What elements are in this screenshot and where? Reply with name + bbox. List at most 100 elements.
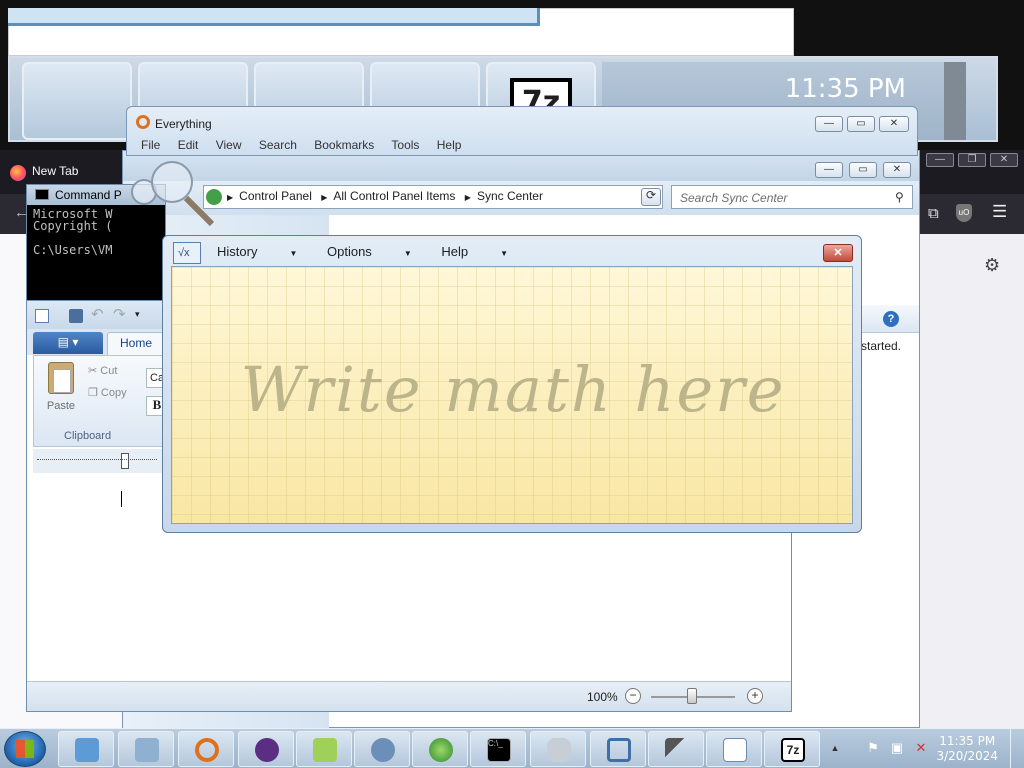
- taskbar-privacy[interactable]: [238, 731, 294, 767]
- show-desktop-button[interactable]: [1010, 729, 1024, 768]
- search-input[interactable]: Search Sync Center: [671, 185, 913, 209]
- math-close-button[interactable]: ✕: [823, 244, 853, 262]
- copy-button[interactable]: ❐ Copy: [88, 386, 127, 399]
- magnified-projector-button: [22, 62, 132, 140]
- math-input-icon: √x: [173, 242, 201, 264]
- menu-help[interactable]: Help: [437, 138, 462, 152]
- mask-icon: [255, 738, 279, 762]
- notepad-plus-icon: [313, 738, 337, 762]
- everything-window: Everything — ▭ ✕ File Edit View Search B…: [126, 106, 918, 156]
- firefox-restore-button[interactable]: ❐: [958, 153, 986, 167]
- menu-history[interactable]: History ▼: [217, 244, 297, 259]
- math-menubar: History ▼ Options ▼ Help ▼: [217, 244, 534, 259]
- cp-minimize-button[interactable]: —: [815, 162, 843, 178]
- menu-search[interactable]: Search: [259, 138, 297, 152]
- zoom-level: 100%: [587, 690, 618, 704]
- file-menu-button[interactable]: ▤ ▾: [33, 332, 103, 354]
- taskbar-wordpad[interactable]: [706, 731, 762, 767]
- menu-help-math[interactable]: Help ▼: [441, 244, 508, 259]
- projector-icon: [547, 738, 571, 762]
- network-icon[interactable]: ▣: [890, 741, 904, 755]
- start-button[interactable]: [4, 731, 46, 767]
- refresh-button[interactable]: ⟳: [641, 188, 661, 206]
- menu-bookmarks[interactable]: Bookmarks: [314, 138, 374, 152]
- undo-icon[interactable]: ↶: [91, 305, 104, 323]
- everything-menubar: File Edit View Search Bookmarks Tools He…: [141, 138, 475, 152]
- ublock-icon[interactable]: uO: [956, 204, 972, 222]
- clipboard-group-label: Clipboard: [64, 430, 112, 442]
- action-center-flag-icon[interactable]: ⚑: [866, 741, 880, 755]
- cmd-icon: [35, 189, 49, 200]
- menu-view[interactable]: View: [216, 138, 242, 152]
- taskbar-notepad-plus[interactable]: [296, 731, 352, 767]
- zoom-slider-thumb[interactable]: [687, 688, 697, 704]
- customize-qat-icon[interactable]: ▾: [135, 309, 140, 320]
- everything-maximize-button[interactable]: ▭: [847, 116, 875, 132]
- menu-icon[interactable]: ☰: [992, 202, 1007, 222]
- breadcrumb-sync-center[interactable]: Sync Center: [477, 189, 543, 203]
- everything-minimize-button[interactable]: —: [815, 116, 843, 132]
- menu-tools[interactable]: Tools: [391, 138, 419, 152]
- taskbar-microphone[interactable]: [648, 731, 704, 767]
- firefox-close-button[interactable]: ✕: [990, 153, 1018, 167]
- clock[interactable]: 11:35 PM 3/20/2024: [936, 734, 998, 764]
- scissors-icon: ✂: [88, 365, 101, 377]
- math-writing-area[interactable]: Write math here: [171, 266, 853, 524]
- breadcrumb-all-items[interactable]: All Control Panel Items: [333, 189, 455, 203]
- taskbar-wireless[interactable]: [590, 731, 646, 767]
- cp-status-text: started.: [861, 339, 902, 353]
- extensions-icon[interactable]: ⧉: [928, 205, 939, 222]
- windows-logo-icon: [16, 740, 34, 758]
- zoom-out-button[interactable]: −: [625, 688, 641, 704]
- taskbar-everything[interactable]: [178, 731, 234, 767]
- firefox-newtab-area: [920, 234, 1024, 728]
- taskbar-remote-desktop[interactable]: [118, 731, 174, 767]
- volume-muted-icon[interactable]: ✕: [914, 741, 928, 755]
- search-icon[interactable]: ⚲: [895, 190, 904, 204]
- everything-search-icon: [195, 738, 219, 762]
- magnified-selection: [8, 8, 540, 26]
- paste-button[interactable]: Paste: [44, 362, 78, 422]
- copy-label: Copy: [100, 387, 127, 399]
- cmd-taskbar-icon: C:\_: [487, 738, 511, 762]
- math-input-panel: √x History ▼ Options ▼ Help ▼ ✕ Write math …: [162, 235, 862, 533]
- taskbar-cmd[interactable]: C:\_: [470, 731, 526, 767]
- menu-file[interactable]: File: [141, 138, 160, 152]
- writing-placeholder: Write math here: [240, 353, 786, 426]
- taskbar-7zip[interactable]: 7z: [764, 731, 820, 767]
- microphone-icon: [665, 738, 689, 762]
- cmd-title: Command P: [55, 188, 122, 202]
- everything-close-button[interactable]: ✕: [879, 116, 909, 132]
- copy-icon: ❐: [88, 387, 101, 399]
- breadcrumb-control-panel[interactable]: Control Panel: [239, 189, 312, 203]
- tab-home[interactable]: Home: [107, 332, 165, 355]
- paste-icon: [48, 362, 74, 394]
- menu-options[interactable]: Options ▼: [327, 244, 412, 259]
- status-bar: 100% − +: [27, 681, 791, 711]
- clock-time: 11:35 PM: [939, 734, 996, 748]
- everything-title: Everything: [155, 117, 212, 131]
- redo-icon[interactable]: ↷: [113, 305, 126, 323]
- cut-button[interactable]: ✂ Cut: [88, 364, 117, 377]
- taskbar-projector[interactable]: [530, 731, 586, 767]
- wordpad-icon: [35, 309, 49, 323]
- cp-maximize-button[interactable]: ▭: [849, 162, 877, 178]
- gear-icon[interactable]: ⚙: [984, 255, 1002, 275]
- cp-close-button[interactable]: ✕: [883, 162, 911, 178]
- cut-label: Cut: [100, 365, 118, 377]
- help-icon[interactable]: ?: [883, 311, 899, 327]
- control-panel-icon: [75, 738, 99, 762]
- 7zip-icon: 7z: [781, 738, 805, 762]
- zoom-in-button[interactable]: +: [747, 688, 763, 704]
- firefox-tab-title: New Tab: [32, 164, 79, 178]
- breadcrumb: ▶ Control Panel ▶ All Control Panel Items …: [227, 189, 543, 203]
- indent-marker[interactable]: [121, 453, 129, 469]
- show-hidden-icons-icon[interactable]: ▲: [828, 741, 842, 755]
- taskbar-control-panel[interactable]: [58, 731, 114, 767]
- menu-edit[interactable]: Edit: [178, 138, 199, 152]
- firefox-minimize-button[interactable]: —: [926, 153, 954, 167]
- save-icon[interactable]: [69, 309, 83, 323]
- taskbar-tools[interactable]: [354, 731, 410, 767]
- taskbar-windows-update[interactable]: [412, 731, 468, 767]
- magnifier-icon[interactable]: [130, 160, 220, 230]
